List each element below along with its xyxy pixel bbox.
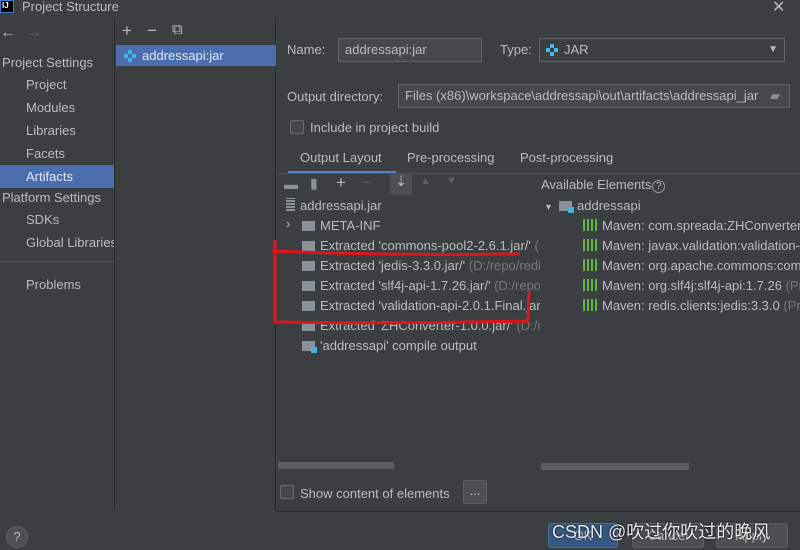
red-annotation: [271, 240, 531, 325]
